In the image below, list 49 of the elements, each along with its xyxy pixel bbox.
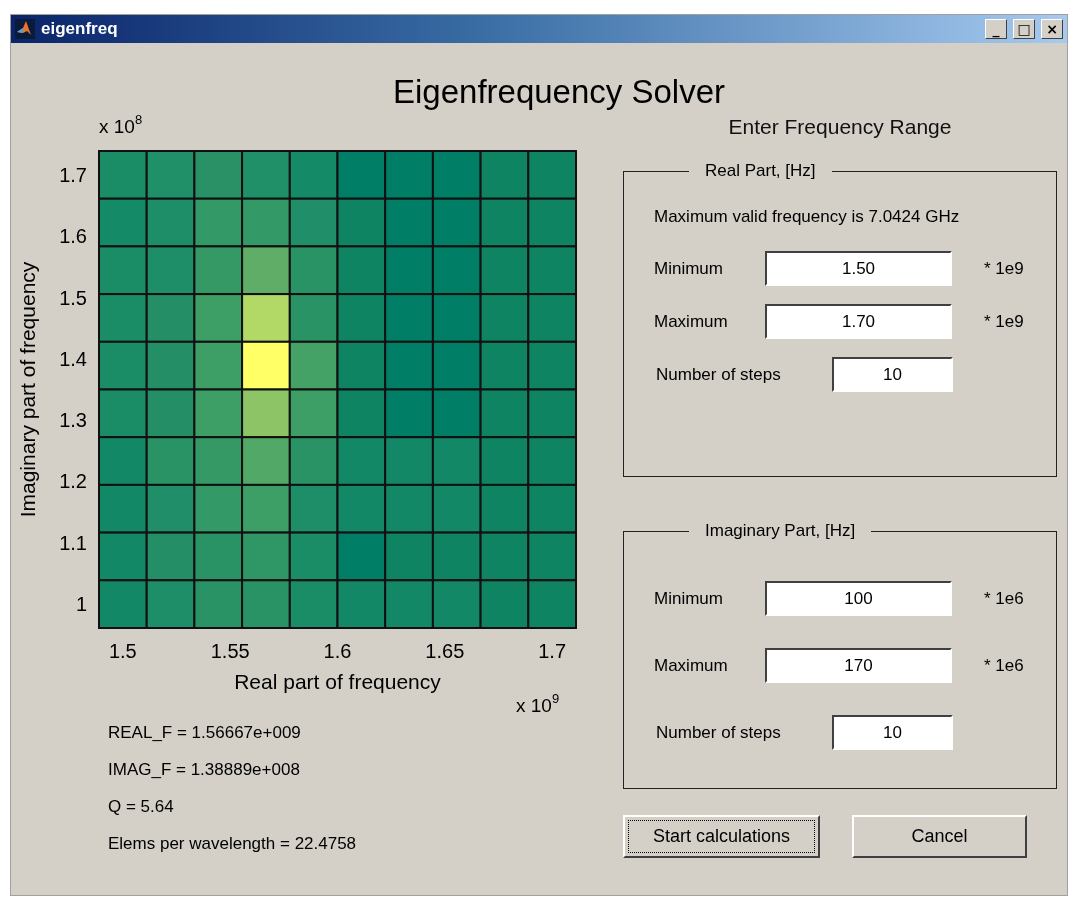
y-tick-label: 1.1 <box>59 531 87 554</box>
result-text: Q = 5.64 <box>108 797 175 817</box>
minimize-button[interactable]: _ <box>985 19 1007 39</box>
result-text: REAL_F = 1.56667e+009 <box>108 723 302 743</box>
input-field[interactable]: 10 <box>832 715 953 750</box>
group-legend: Imaginary Part, [Hz] <box>689 521 872 541</box>
x-tick-label: 1.5 <box>108 640 137 662</box>
unit-label: * 1e6 <box>984 655 1024 676</box>
close-button[interactable]: × <box>1041 19 1063 39</box>
y-tick-label: 1.3 <box>59 409 87 432</box>
start-button[interactable]: Start calculations <box>623 815 820 858</box>
y-tick-label: 1 <box>75 593 87 616</box>
result-text: IMAG_F = 1.38889e+008 <box>108 760 301 780</box>
field-label: Maximum <box>654 311 729 332</box>
x-multiplier: x 10$^{9}$ <box>516 691 560 716</box>
field-label: Minimum <box>654 588 724 609</box>
section-title: Enter Frequency Range <box>727 115 953 139</box>
y-tick-label: 1.5 <box>59 286 87 309</box>
x-axis-label: Real part of frequency <box>234 670 441 693</box>
app-heading: Eigenfrequency Solver <box>392 73 726 111</box>
input-field[interactable]: 1.50 <box>765 251 952 286</box>
unit-label: * 1e6 <box>984 588 1024 609</box>
y-tick-label: 1.2 <box>59 470 87 493</box>
y-tick-label: 1.4 <box>59 347 87 370</box>
unit-label: * 1e9 <box>984 258 1024 279</box>
cancel-button[interactable]: Cancel <box>852 815 1027 858</box>
maximize-button[interactable]: □ <box>1013 19 1035 39</box>
unit-label: * 1e9 <box>984 311 1024 332</box>
y-multiplier: x 10$^{8}$ <box>99 112 143 137</box>
x-tick-label: 1.55 <box>210 640 250 662</box>
field-label: Number of steps <box>655 722 782 743</box>
input-field[interactable]: 170 <box>765 648 952 683</box>
x-tick-label: 1.6 <box>323 640 352 662</box>
field-label: Minimum <box>654 258 724 279</box>
field-label: Maximum <box>654 655 729 676</box>
y-axis-label: Imaginary part of frequency <box>16 261 39 518</box>
input-field[interactable]: 100 <box>765 581 952 616</box>
field-label: Number of steps <box>655 364 782 385</box>
result-text: Elems per wavelength = 22.4758 <box>108 834 358 854</box>
input-field[interactable]: 1.70 <box>765 304 952 339</box>
window-title: eigenfreq <box>41 19 119 39</box>
info-text: Maximum valid frequency is 7.0424 GHz <box>654 207 961 227</box>
input-field[interactable]: 10 <box>832 357 953 392</box>
app-logo-icon <box>15 19 35 39</box>
y-tick-label: 1.6 <box>59 225 87 248</box>
y-tick-label: 1.7 <box>59 163 87 186</box>
x-tick-label: 1.7 <box>538 640 567 662</box>
group-legend: Real Part, [Hz] <box>689 161 832 181</box>
x-tick-label: 1.65 <box>425 640 465 662</box>
